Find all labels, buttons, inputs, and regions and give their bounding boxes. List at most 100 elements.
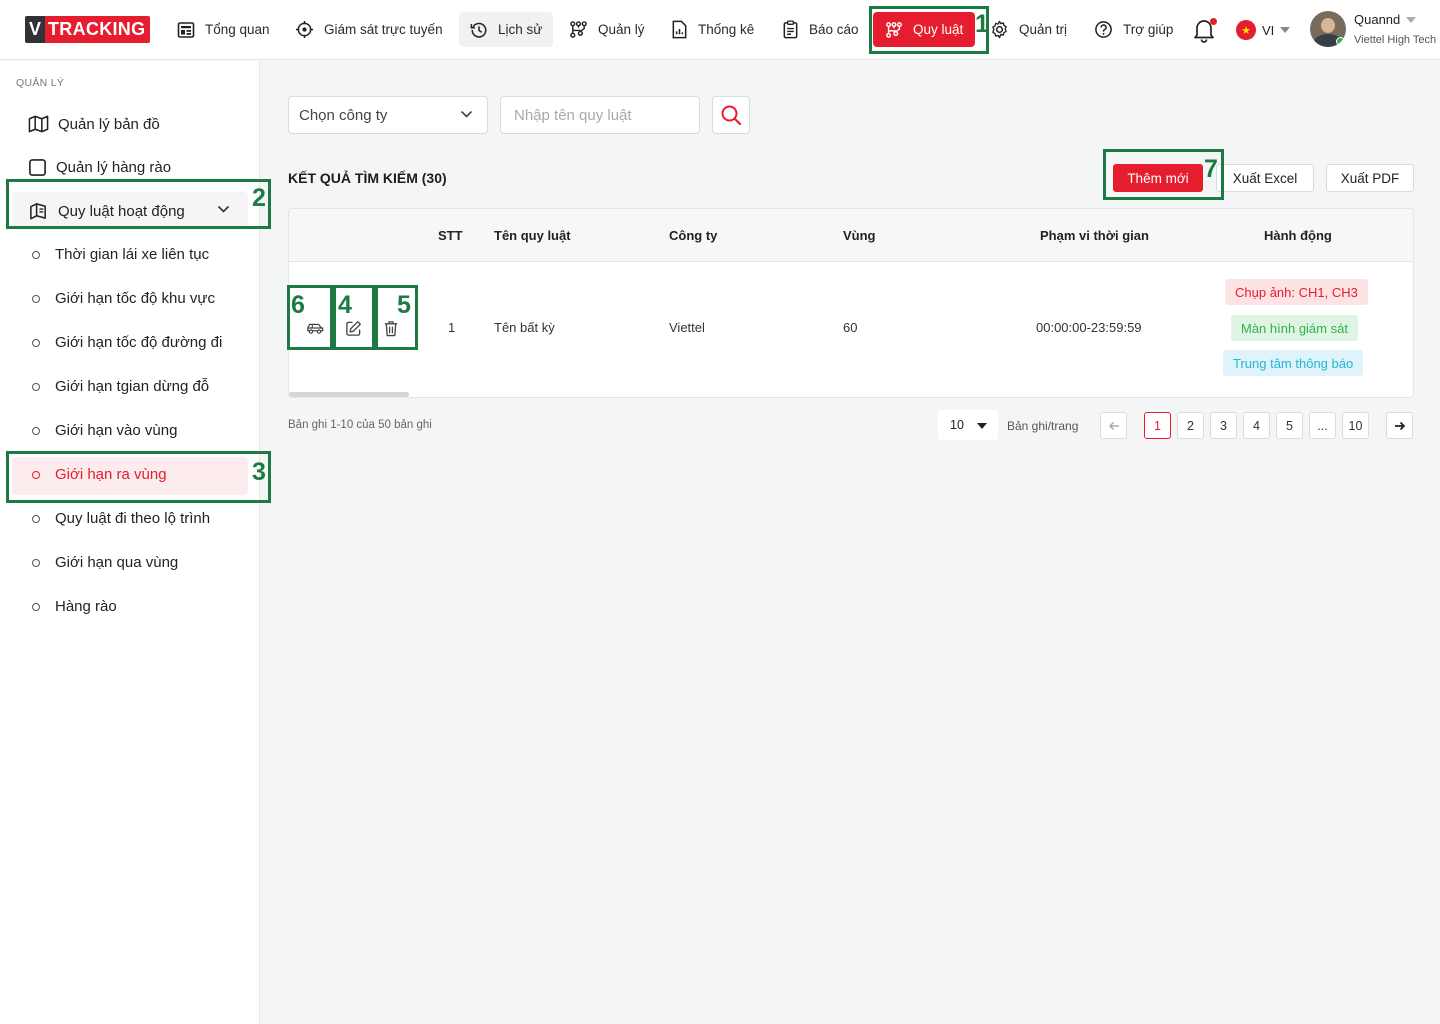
arrow-left-icon [1108, 421, 1119, 430]
cell-stt: 1 [448, 320, 456, 335]
annotation-number-3: 3 [252, 458, 266, 486]
page-button-10[interactable]: 10 [1342, 412, 1369, 439]
nodes-icon [886, 21, 902, 38]
bullet-icon [32, 426, 40, 435]
nav-label: Tổng quan [205, 22, 270, 37]
column-header-company: Công ty [669, 228, 718, 243]
sidebar-subitem-route-rule[interactable]: Quy luật đi theo lộ trình [32, 510, 210, 527]
column-header-rule-name: Tên quy luật [494, 228, 571, 243]
page-button-4[interactable]: 4 [1243, 412, 1270, 439]
sidebar-group-activity-rules[interactable]: Quy luật hoạt động [12, 192, 248, 230]
nav-monitoring[interactable]: Giám sát trực tuyến [295, 12, 443, 47]
search-icon [721, 105, 742, 126]
sidebar-subitem-road-speed-limit[interactable]: Giới hạn tốc độ đường đi [32, 334, 222, 351]
bullet-icon [32, 250, 40, 259]
sidebar-item-label: Quản lý hàng rào [56, 159, 172, 176]
export-excel-button[interactable]: Xuất Excel [1216, 164, 1314, 192]
nav-manage[interactable]: Quản lý [569, 12, 645, 47]
top-navbar: V TRACKING Tổng quan Giám sát trực tuyến… [0, 0, 1440, 60]
page-button-3[interactable]: 3 [1210, 412, 1237, 439]
sidebar-subitem-continuous-driving[interactable]: Thời gian lái xe liên tục [32, 246, 209, 263]
map-icon [28, 115, 49, 133]
column-header-time-range: Phạm vi thời gian [1040, 228, 1149, 243]
prev-page-button[interactable] [1100, 412, 1127, 439]
sidebar-subitem-zone-exit-limit[interactable]: Giới hạn ra vùng [32, 466, 167, 483]
search-button[interactable] [712, 96, 750, 134]
bullet-icon [32, 558, 40, 567]
add-new-button[interactable]: Thêm mới [1113, 164, 1203, 192]
sidebar-item-map-management[interactable]: Quản lý bản đồ [28, 114, 160, 134]
sidebar-item-fence-management[interactable]: Quản lý hàng rào [28, 158, 171, 177]
dashboard-icon [177, 21, 195, 38]
annotation-number-5: 5 [397, 291, 411, 319]
cell-company: Viettel [669, 320, 705, 335]
column-header-stt: STT [438, 228, 463, 243]
nav-admin[interactable]: Quản trị [990, 12, 1067, 47]
sidebar-subitem-zone-entry-limit[interactable]: Giới hạn vào vùng [32, 422, 177, 439]
notification-bell[interactable] [1192, 17, 1217, 46]
language-selector[interactable]: ★ VI [1236, 20, 1291, 40]
history-icon [470, 22, 487, 38]
sidebar-subitem-label: Giới hạn tốc độ khu vực [55, 290, 215, 307]
company-select[interactable]: Chọn công ty [288, 96, 488, 134]
help-icon [1095, 21, 1112, 38]
per-page-label: Bản ghi/trang [1007, 419, 1079, 433]
bullet-icon [32, 470, 40, 479]
page-button-5[interactable]: 5 [1276, 412, 1303, 439]
column-header-zone: Vùng [843, 228, 876, 243]
sidebar-subitem-area-speed-limit[interactable]: Giới hạn tốc độ khu vực [32, 290, 215, 307]
annotation-number-7: 7 [1204, 155, 1218, 183]
vehicle-button[interactable] [306, 319, 324, 337]
sidebar-subitem-label: Giới hạn tgian dừng đỗ [55, 378, 210, 395]
per-page-select[interactable]: 10 [938, 410, 998, 440]
nav-help[interactable]: Trợ giúp [1094, 12, 1173, 47]
nav-overview[interactable]: Tổng quan [177, 12, 270, 47]
export-pdf-button[interactable]: Xuất PDF [1326, 164, 1414, 192]
language-code: VI [1262, 22, 1275, 38]
cell-zone: 60 [843, 320, 858, 335]
rule-name-search-input[interactable] [500, 96, 700, 134]
chevron-down-icon [1406, 16, 1417, 23]
records-info: Bản ghi 1-10 của 50 bản ghi [288, 419, 432, 431]
vietnam-flag-icon: ★ [1236, 20, 1256, 40]
column-header-actions: Hành động [1264, 228, 1332, 243]
sidebar-subitem-label: Hàng rào [55, 598, 117, 615]
chevron-down-icon [1280, 27, 1291, 33]
nav-history[interactable]: Lịch sử [459, 12, 554, 47]
sidebar-subitem-label: Giới hạn ra vùng [55, 466, 167, 483]
edit-icon [345, 320, 361, 336]
nav-rules[interactable]: Quy luật [873, 12, 976, 47]
user-menu[interactable]: Quannd Viettel High Tech [1310, 11, 1436, 47]
nav-label: Lịch sử [498, 22, 543, 37]
sidebar-subitem-fence[interactable]: Hàng rào [32, 598, 117, 615]
page-button-2[interactable]: 2 [1177, 412, 1204, 439]
sidebar-item-label: Quy luật hoạt động [58, 202, 185, 220]
per-page-value: 10 [950, 418, 964, 432]
search-results-title: KẾT QUẢ TÌM KIẾM (30) [288, 170, 447, 186]
sidebar-subitem-label: Giới hạn vào vùng [55, 422, 178, 439]
edit-button[interactable] [344, 319, 362, 337]
chevron-down-icon [217, 205, 230, 213]
avatar [1310, 11, 1346, 47]
company-select-value: Chọn công ty [299, 106, 388, 124]
nav-label: Quy luật [913, 22, 964, 37]
user-company: Viettel High Tech [1354, 34, 1437, 46]
next-page-button[interactable] [1386, 412, 1413, 439]
page-button-1[interactable]: 1 [1144, 412, 1171, 439]
crosshair-icon [295, 20, 314, 39]
online-status-dot [1336, 37, 1345, 46]
bullet-icon [32, 294, 40, 303]
nav-statistics[interactable]: Thống kê [671, 12, 754, 47]
horizontal-scrollbar[interactable] [289, 392, 409, 397]
bullet-icon [32, 514, 40, 523]
square-icon [29, 159, 46, 176]
vtracking-logo[interactable]: V TRACKING [25, 16, 151, 43]
nav-label: Quản lý [598, 22, 645, 37]
annotation-number-1: 1 [975, 10, 989, 38]
sidebar-subitem-parking-time-limit[interactable]: Giới hạn tgian dừng đỗ [32, 378, 209, 395]
notification-dot [1210, 18, 1217, 25]
cell-rule-name: Tên bất kỳ [494, 320, 555, 335]
nav-reports[interactable]: Báo cáo [782, 12, 859, 47]
delete-button[interactable] [382, 319, 400, 337]
sidebar-subitem-zone-crossing-limit[interactable]: Giới hạn qua vùng [32, 554, 178, 571]
